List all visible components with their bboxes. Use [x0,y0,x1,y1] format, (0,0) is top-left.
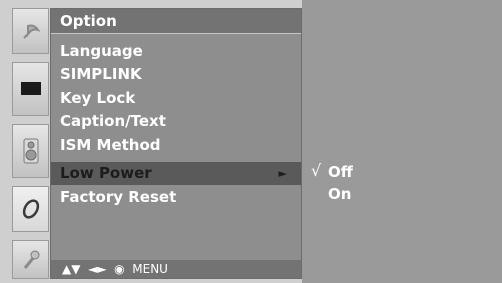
low-power-submenu: √ Off On [302,0,502,283]
navigation-hint-bar: ▲▼ ◄► ◉ MENU [51,260,301,278]
audio-category-icon[interactable] [12,124,49,178]
satellite-icon [22,24,40,39]
option-on[interactable]: On [328,184,351,204]
checkmark-icon: √ [311,161,322,180]
option-category-icon[interactable] [12,186,49,232]
title-divider [51,33,301,34]
menu-item-factory-reset[interactable]: Factory Reset [51,186,301,209]
menu-category-column [12,8,50,279]
picture-satellite-icon[interactable] [12,8,49,54]
menu-item-ism-method[interactable]: ISM Method [51,134,301,157]
menu-item-caption-text[interactable]: Caption/Text [51,110,301,133]
submenu-header [302,8,502,32]
lock-key-icon [23,250,39,269]
menu-item-simplink[interactable]: SIMPLINK [51,63,301,86]
menu-item-language[interactable]: Language [51,40,301,63]
speaker-icon [23,138,38,164]
menu-item-label: Low Power [60,164,152,182]
option-disc-icon [22,199,39,219]
lock-category-icon[interactable] [12,240,49,279]
menu-item-key-lock[interactable]: Key Lock [51,87,301,110]
screen-category-icon[interactable] [12,62,49,116]
osd-screen: Option Language SIMPLINK Key Lock Captio… [0,0,502,283]
menu-item-low-power[interactable]: Low Power ► [51,162,301,185]
screen-icon [20,82,41,95]
right-arrow-icon: ► [278,167,287,180]
option-off[interactable]: Off [328,162,353,182]
option-menu-panel: Option Language SIMPLINK Key Lock Captio… [50,8,302,279]
menu-title: Option [51,9,301,33]
